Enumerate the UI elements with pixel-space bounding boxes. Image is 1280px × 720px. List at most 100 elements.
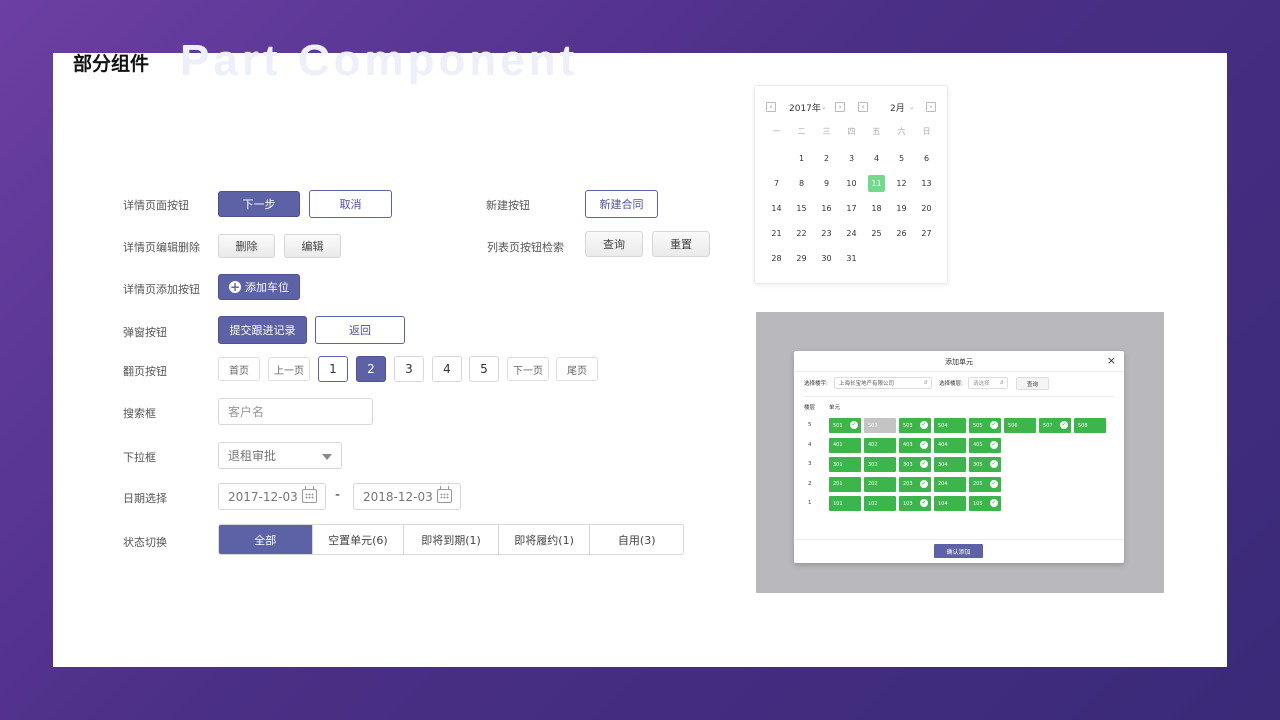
- calendar-day[interactable]: 13: [914, 171, 939, 196]
- new-contract-button[interactable]: 新建合同: [585, 190, 658, 218]
- chevron-down-icon[interactable]: ⌄: [909, 103, 915, 111]
- delete-button[interactable]: 删除: [218, 234, 275, 258]
- approval-dropdown[interactable]: 退租审批: [218, 442, 342, 469]
- close-icon[interactable]: ×: [1107, 354, 1116, 367]
- unit-chip[interactable]: 401: [829, 437, 861, 453]
- unit-chip[interactable]: 104: [934, 496, 966, 511]
- calendar-day[interactable]: 26: [889, 221, 914, 246]
- submit-followup-button[interactable]: 提交跟进记录: [218, 316, 307, 344]
- unit-chip[interactable]: 501 ✓: [829, 418, 861, 433]
- chevron-down-icon[interactable]: ⌄: [821, 103, 827, 111]
- unit-chip[interactable]: 202: [864, 476, 896, 492]
- back-button[interactable]: 返回: [315, 316, 405, 344]
- unit-chip[interactable]: 102: [864, 496, 896, 511]
- calendar-day[interactable]: 12: [889, 171, 914, 196]
- calendar-day[interactable]: 1: [789, 146, 814, 171]
- status-tab-self-use[interactable]: 自用(3): [590, 525, 683, 554]
- calendar-day[interactable]: 17: [839, 196, 864, 221]
- first-page-button[interactable]: 首页: [218, 357, 260, 381]
- next-month-icon[interactable]: ›: [926, 102, 936, 112]
- last-page-button[interactable]: 尾页: [556, 357, 598, 381]
- status-tab-all[interactable]: 全部: [219, 525, 313, 554]
- calendar-day[interactable]: 6: [914, 146, 939, 171]
- calendar-day[interactable]: 7: [764, 171, 789, 196]
- calendar-day[interactable]: 21: [764, 221, 789, 246]
- calendar-day[interactable]: 25: [864, 221, 889, 246]
- unit-chip[interactable]: 403 ✓: [899, 437, 931, 453]
- calendar-day-selected[interactable]: 11: [864, 171, 889, 196]
- calendar-day[interactable]: 28: [764, 246, 789, 271]
- floor-select[interactable]: 请选择 ⇵: [968, 377, 1008, 389]
- calendar-day[interactable]: 3: [839, 146, 864, 171]
- query-button[interactable]: 查询: [585, 231, 643, 257]
- unit-chip[interactable]: 405 ✓: [969, 437, 1001, 453]
- unit-chip[interactable]: 101: [829, 496, 861, 511]
- unit-chip[interactable]: 204: [934, 476, 966, 492]
- next-page-button[interactable]: 下一页: [507, 357, 549, 381]
- calendar-day[interactable]: 10: [839, 171, 864, 196]
- status-tab-vacant[interactable]: 空置单元(6): [313, 525, 405, 554]
- unit-chip[interactable]: 508: [1074, 418, 1106, 433]
- unit-chip[interactable]: 205 ✓: [969, 476, 1001, 492]
- calendar-day[interactable]: 5: [889, 146, 914, 171]
- prev-page-button[interactable]: 上一页: [268, 357, 310, 381]
- unit-chip[interactable]: 304: [934, 457, 966, 472]
- calendar-day[interactable]: 22: [789, 221, 814, 246]
- customer-search-input[interactable]: 客户名: [218, 398, 373, 425]
- unit-chip[interactable]: 503 ✓: [899, 418, 931, 433]
- unit-chip[interactable]: 502: [864, 418, 896, 433]
- prev-year-icon[interactable]: ‹: [766, 102, 776, 112]
- end-date-input[interactable]: 2018-12-03: [353, 483, 461, 510]
- unit-chip[interactable]: 504: [934, 418, 966, 433]
- cancel-button[interactable]: 取消: [309, 190, 392, 218]
- calendar-day[interactable]: 4: [864, 146, 889, 171]
- calendar-day[interactable]: 8: [789, 171, 814, 196]
- page-1-button[interactable]: 1: [318, 356, 348, 382]
- page-5-button[interactable]: 5: [469, 356, 499, 382]
- calendar-day[interactable]: 24: [839, 221, 864, 246]
- unit-chip[interactable]: 506: [1004, 418, 1036, 433]
- unit-chip[interactable]: 301: [829, 457, 861, 472]
- unit-chip[interactable]: 505 ✓: [969, 418, 1001, 433]
- page-4-button[interactable]: 4: [432, 356, 462, 382]
- calendar-day[interactable]: 15: [789, 196, 814, 221]
- status-tab-upcoming[interactable]: 即将履约(1): [499, 525, 591, 554]
- status-tab-expiring[interactable]: 即将到期(1): [404, 525, 499, 554]
- unit-chip[interactable]: 203 ✓: [899, 476, 931, 492]
- page-3-button[interactable]: 3: [394, 356, 424, 382]
- next-step-button[interactable]: 下一步: [218, 191, 300, 217]
- calendar-day[interactable]: 14: [764, 196, 789, 221]
- add-parking-button[interactable]: + 添加车位: [218, 274, 300, 300]
- calendar-day[interactable]: 27: [914, 221, 939, 246]
- page-2-button[interactable]: 2: [356, 356, 386, 382]
- unit-chip[interactable]: 103 ✓: [899, 496, 931, 511]
- start-date-input[interactable]: 2017-12-03: [218, 483, 326, 510]
- calendar-icon[interactable]: [302, 486, 317, 503]
- next-year-icon[interactable]: ›: [835, 102, 845, 112]
- calendar-day[interactable]: 29: [789, 246, 814, 271]
- unit-chip[interactable]: 302: [864, 457, 896, 472]
- modal-query-button[interactable]: 查询: [1016, 377, 1049, 390]
- calendar-day[interactable]: 9: [814, 171, 839, 196]
- calendar-day[interactable]: 2: [814, 146, 839, 171]
- unit-chip[interactable]: 305 ✓: [969, 457, 1001, 472]
- unit-chip[interactable]: 303 ✓: [899, 457, 931, 472]
- calendar-day[interactable]: 31: [839, 246, 864, 271]
- calendar-icon[interactable]: [437, 486, 452, 503]
- building-select[interactable]: 上海长宝地产有限公司 ⇵: [834, 377, 932, 389]
- unit-chip[interactable]: 105 ✓: [969, 496, 1001, 511]
- edit-button[interactable]: 编辑: [284, 234, 341, 258]
- reset-button[interactable]: 重置: [652, 231, 710, 257]
- calendar-day[interactable]: 19: [889, 196, 914, 221]
- unit-chip[interactable]: 201: [829, 476, 861, 492]
- calendar-day[interactable]: 16: [814, 196, 839, 221]
- calendar-year[interactable]: 2017年: [789, 101, 821, 114]
- calendar-month[interactable]: 2月: [890, 101, 905, 114]
- calendar-day[interactable]: 18: [864, 196, 889, 221]
- calendar-day[interactable]: 30: [814, 246, 839, 271]
- unit-chip[interactable]: 507 ✓: [1039, 418, 1071, 433]
- unit-chip[interactable]: 402: [864, 437, 896, 453]
- unit-chip[interactable]: 404: [934, 437, 966, 453]
- prev-month-icon[interactable]: ‹: [858, 102, 868, 112]
- calendar-day[interactable]: 20: [914, 196, 939, 221]
